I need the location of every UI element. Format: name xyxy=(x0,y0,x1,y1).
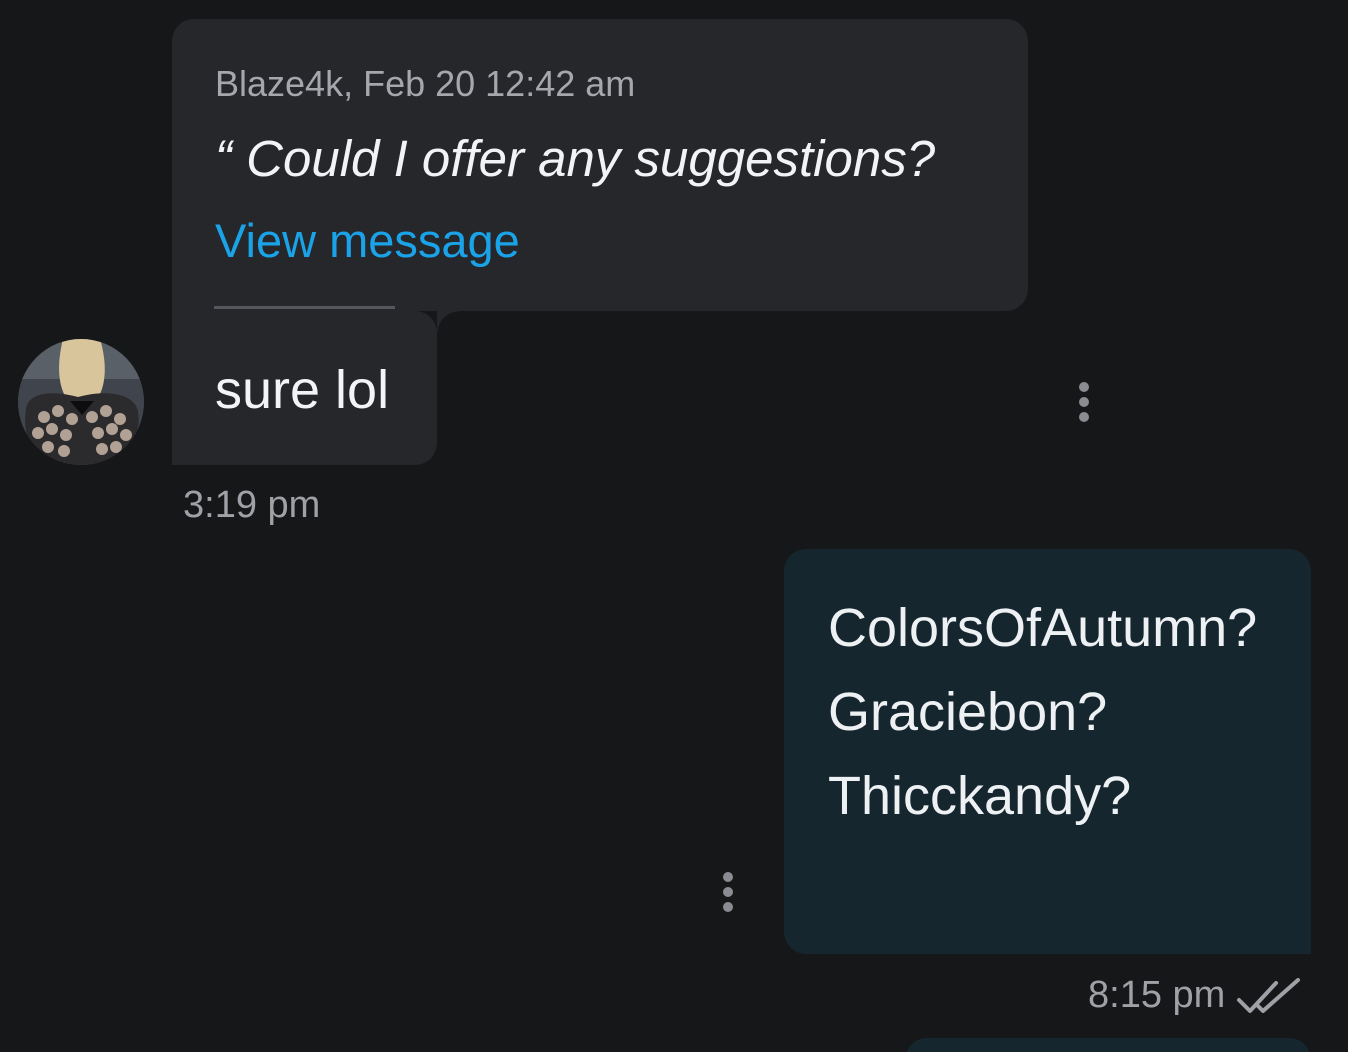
next-outgoing-message-bubble[interactable] xyxy=(905,1038,1311,1052)
incoming-message-bubble[interactable]: sure lol xyxy=(172,311,459,465)
outgoing-line: Graciebon? xyxy=(828,682,1108,742)
outgoing-timestamp: 8:15 pm xyxy=(1088,974,1226,1016)
chat-view: Blaze4k, Feb 20 12:42 am “ Could I offer… xyxy=(0,0,1348,1052)
quote-divider xyxy=(214,306,395,309)
quoted-reply[interactable]: Blaze4k, Feb 20 12:42 am “ Could I offer… xyxy=(172,19,1028,311)
outgoing-message-bubble[interactable]: ColorsOfAutumn? Graciebon? Thicckandy? xyxy=(784,549,1311,954)
more-vertical-icon[interactable] xyxy=(1074,380,1094,424)
quote-text: “ Could I offer any suggestions? xyxy=(215,130,936,187)
outgoing-line: ColorsOfAutumn? xyxy=(828,598,1258,658)
more-vertical-icon[interactable] xyxy=(718,870,738,914)
incoming-timestamp: 3:19 pm xyxy=(183,484,321,526)
avatar[interactable] xyxy=(18,339,144,465)
view-message-link[interactable]: View message xyxy=(215,213,520,268)
avatar-image xyxy=(18,339,144,465)
incoming-message-text: sure lol xyxy=(215,360,390,420)
quote-author-date: Blaze4k, Feb 20 12:42 am xyxy=(215,63,636,104)
outgoing-line: Thicckandy? xyxy=(828,766,1132,826)
double-check-icon xyxy=(1237,978,1300,1013)
